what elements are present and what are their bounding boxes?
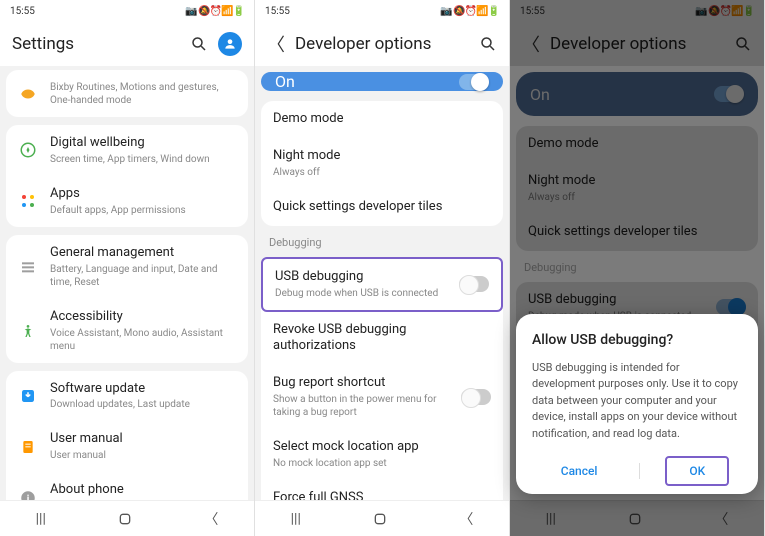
dev-item-demo[interactable]: Demo mode [261,101,503,138]
wellbeing-icon [18,140,38,160]
dialog-actions: Cancel OK [532,456,742,486]
page-title: Settings [12,34,180,54]
accessibility-icon [18,321,38,341]
cancel-button[interactable]: Cancel [545,456,614,486]
dev-item-tiles[interactable]: Quick settings developer tiles [261,189,503,226]
dialog-screen: 15:55 📷 🔕⏰📶🔋 〈 Developer options On Demo… [510,0,765,536]
divider [639,463,640,479]
nav-home[interactable] [372,511,388,527]
info-icon: i [18,488,38,500]
settings-item-accessibility[interactable]: AccessibilityVoice Assistant, Mono audio… [6,299,248,363]
header: 〈 Developer options [255,22,509,66]
search-icon[interactable] [190,35,208,53]
settings-list: Bixby Routines, Motions and gestures, On… [0,66,254,500]
master-toggle[interactable]: On [261,72,503,91]
settings-item-bixby[interactable]: Bixby Routines, Motions and gestures, On… [6,70,248,117]
settings-screen: 15:55 📷 🔕⏰📶🔋 Settings Bixby Routines, Mo… [0,0,255,536]
manual-icon [18,437,38,457]
nav-bar: ||| 〈 [0,500,254,536]
status-bar: 15:55 📷 🔕⏰📶🔋 [255,0,509,22]
apps-icon [18,191,38,211]
ok-button[interactable]: OK [665,456,729,486]
nav-recents[interactable]: ||| [36,511,46,527]
dev-options-list: On Demo mode Night modeAlways off Quick … [255,66,509,500]
nav-bar: ||| 〈 [255,500,509,536]
usb-debugging-dialog: Allow USB debugging? USB debugging is in… [516,314,758,495]
back-icon[interactable]: 〈 [267,31,285,57]
toggle-on-icon [459,74,489,90]
page-title: Developer options [295,34,469,54]
section-debugging: Debugging [255,230,509,253]
status-bar: 15:55 📷 🔕⏰📶🔋 [0,0,254,22]
svg-text:i: i [27,494,30,500]
status-time: 15:55 [10,6,35,17]
nav-recents[interactable]: ||| [291,511,301,527]
update-icon [18,386,38,406]
bixby-icon [18,84,38,104]
nav-home[interactable] [117,511,133,527]
search-icon[interactable] [479,35,497,53]
nav-back[interactable]: 〈 [459,509,473,529]
bugreport-toggle[interactable] [461,389,491,405]
settings-item-wellbeing[interactable]: Digital wellbeingScreen time, App timers… [6,125,248,176]
dialog-body: USB debugging is intended for developmen… [532,360,742,443]
settings-item-general[interactable]: General managementBattery, Language and … [6,235,248,299]
settings-item-about[interactable]: i About phoneStatus, Legal information, … [6,472,248,500]
dev-item-revoke[interactable]: Revoke USB debugging authorizations [261,312,503,366]
settings-item-manual[interactable]: User manualUser manual [6,421,248,472]
settings-item-apps[interactable]: AppsDefault apps, App permissions [6,176,248,227]
dev-item-bugreport[interactable]: Bug report shortcutShow a button in the … [261,365,503,429]
dev-item-night[interactable]: Night modeAlways off [261,138,503,189]
profile-avatar[interactable] [218,32,242,56]
header: Settings [0,22,254,66]
developer-options-screen: 15:55 📷 🔕⏰📶🔋 〈 Developer options On Demo… [255,0,510,536]
dev-item-mock[interactable]: Select mock location appNo mock location… [261,429,503,480]
usb-toggle[interactable] [459,276,489,292]
general-icon [18,257,38,277]
dev-item-usb-debugging[interactable]: USB debuggingDebug mode when USB is conn… [261,257,503,312]
settings-item-software[interactable]: Software updateDownload updates, Last up… [6,371,248,422]
status-icons: 📷 🔕⏰📶🔋 [185,6,244,17]
nav-back[interactable]: 〈 [204,509,218,529]
dev-item-gnss[interactable]: Force full GNSS measurementsTrack all GN… [261,480,503,500]
dialog-title: Allow USB debugging? [532,332,742,348]
